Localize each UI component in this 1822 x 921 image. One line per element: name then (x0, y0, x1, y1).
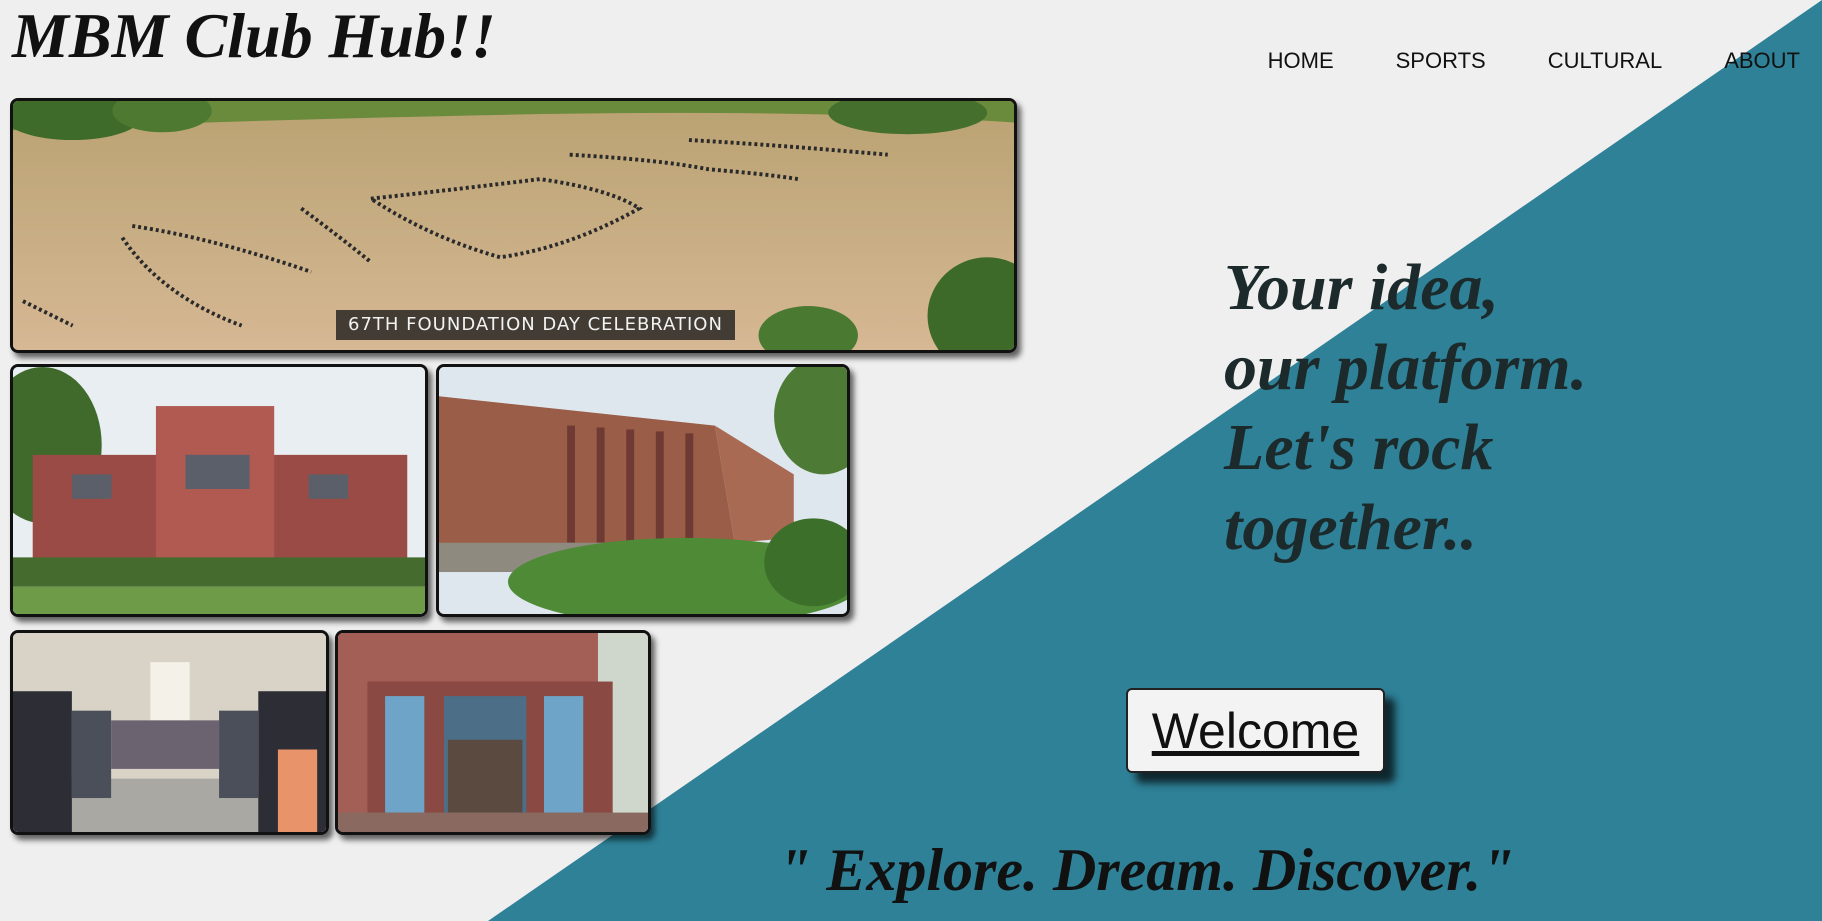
tagline-line-1: Your idea, (1224, 251, 1500, 324)
nav-cultural[interactable]: CULTURAL (1548, 48, 1663, 74)
welcome-button[interactable]: Welcome (1126, 688, 1385, 773)
tagline-line-2: our platform. (1224, 331, 1588, 404)
banner-photo: 67TH FOUNDATION DAY CELEBRATION (10, 98, 1017, 353)
college-building-photo (10, 364, 428, 617)
nav-about[interactable]: ABOUT (1724, 48, 1800, 74)
tagline-line-4: together.. (1224, 491, 1478, 564)
hero-tagline: Your idea, our platform. Let's rock toge… (1224, 248, 1587, 568)
banner-caption: 67TH FOUNDATION DAY CELEBRATION (336, 310, 735, 340)
group-photo (10, 630, 329, 835)
nav-sports[interactable]: SPORTS (1396, 48, 1486, 74)
department-entrance-photo (335, 630, 651, 835)
nav-home[interactable]: HOME (1268, 48, 1334, 74)
main-nav: HOME SPORTS CULTURAL ABOUT (1268, 48, 1800, 74)
site-title: MBM Club Hub!! (12, 0, 496, 71)
tagline-line-3: Let's rock (1224, 411, 1494, 484)
motto: " Explore. Dream. Discover." (778, 837, 1515, 903)
department-building-photo (436, 364, 850, 617)
